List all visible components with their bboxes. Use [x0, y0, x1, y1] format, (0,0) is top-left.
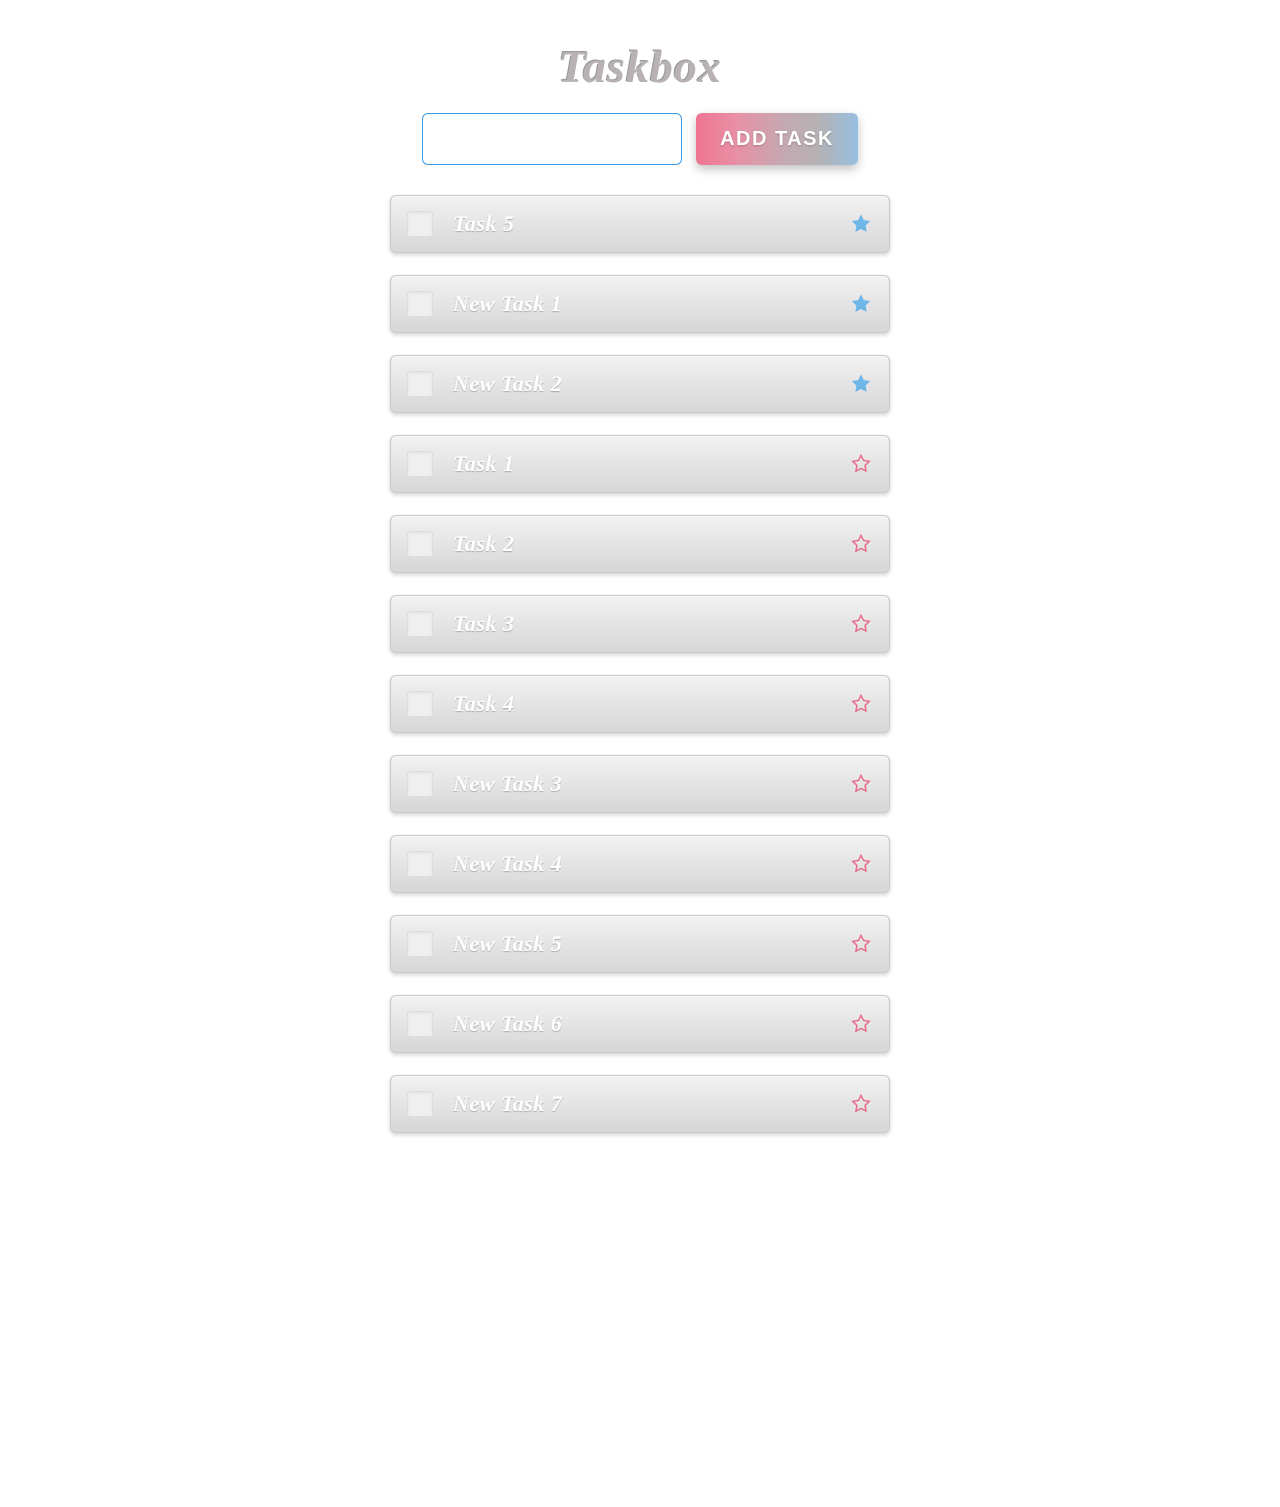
add-task-button[interactable]: ADD TASK	[696, 113, 858, 165]
task-row[interactable]: Task 3	[390, 595, 890, 653]
task-checkbox[interactable]	[407, 371, 433, 397]
task-row[interactable]: Task 2	[390, 515, 890, 573]
star-outline-icon[interactable]	[849, 852, 873, 876]
task-title: New Task 2	[453, 371, 849, 397]
task-checkbox[interactable]	[407, 531, 433, 557]
task-list: Task 5 New Task 1 New Task 2 Task 1 Task 2 Ta…	[380, 195, 900, 1133]
task-row[interactable]: New Task 2	[390, 355, 890, 413]
task-checkbox[interactable]	[407, 211, 433, 237]
task-checkbox[interactable]	[407, 1091, 433, 1117]
task-title: Task 5	[453, 211, 849, 237]
task-checkbox[interactable]	[407, 291, 433, 317]
task-title: New Task 4	[453, 851, 849, 877]
task-checkbox[interactable]	[407, 451, 433, 477]
task-title: New Task 1	[453, 291, 849, 317]
task-title: Task 3	[453, 611, 849, 637]
task-title: Task 2	[453, 531, 849, 557]
star-outline-icon[interactable]	[849, 1092, 873, 1116]
star-outline-icon[interactable]	[849, 612, 873, 636]
star-outline-icon[interactable]	[849, 1012, 873, 1036]
task-checkbox[interactable]	[407, 691, 433, 717]
star-filled-icon[interactable]	[849, 292, 873, 316]
star-outline-icon[interactable]	[849, 452, 873, 476]
task-title: New Task 3	[453, 771, 849, 797]
task-checkbox[interactable]	[407, 851, 433, 877]
task-checkbox[interactable]	[407, 611, 433, 637]
app-title: Taskbox	[380, 40, 900, 93]
star-outline-icon[interactable]	[849, 932, 873, 956]
task-checkbox[interactable]	[407, 1011, 433, 1037]
task-row[interactable]: New Task 7	[390, 1075, 890, 1133]
task-row[interactable]: Task 1	[390, 435, 890, 493]
app-container: Taskbox ADD TASK Task 5 New Task 1 New Tas…	[380, 40, 900, 1133]
task-row[interactable]: New Task 1	[390, 275, 890, 333]
new-task-input[interactable]	[422, 113, 682, 165]
task-title: Task 1	[453, 451, 849, 477]
star-outline-icon[interactable]	[849, 532, 873, 556]
task-row[interactable]: New Task 6	[390, 995, 890, 1053]
task-title: New Task 5	[453, 931, 849, 957]
star-filled-icon[interactable]	[849, 372, 873, 396]
task-row[interactable]: Task 4	[390, 675, 890, 733]
task-row[interactable]: New Task 5	[390, 915, 890, 973]
star-outline-icon[interactable]	[849, 692, 873, 716]
task-checkbox[interactable]	[407, 931, 433, 957]
task-row[interactable]: New Task 4	[390, 835, 890, 893]
star-outline-icon[interactable]	[849, 772, 873, 796]
task-title: Task 4	[453, 691, 849, 717]
task-title: New Task 6	[453, 1011, 849, 1037]
task-checkbox[interactable]	[407, 771, 433, 797]
star-filled-icon[interactable]	[849, 212, 873, 236]
add-task-row: ADD TASK	[380, 113, 900, 165]
task-row[interactable]: Task 5	[390, 195, 890, 253]
task-title: New Task 7	[453, 1091, 849, 1117]
task-row[interactable]: New Task 3	[390, 755, 890, 813]
